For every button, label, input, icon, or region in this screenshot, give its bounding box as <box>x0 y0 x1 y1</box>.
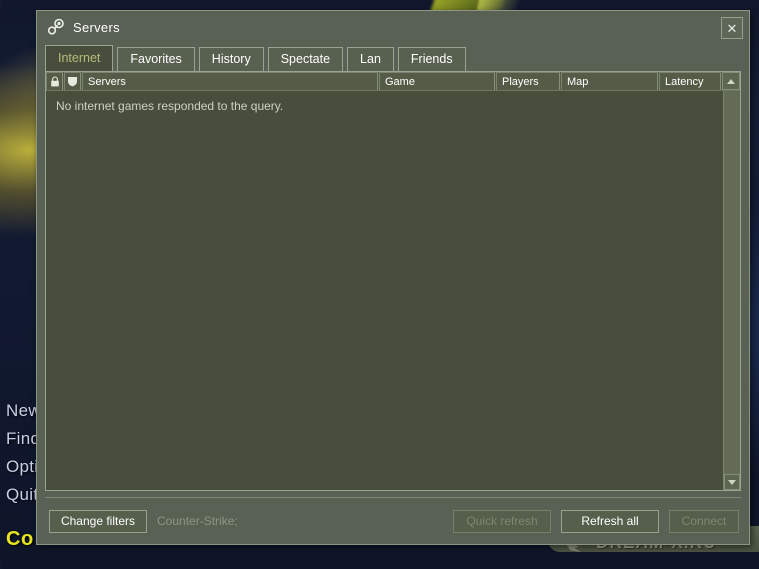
change-filters-button[interactable]: Change filters <box>49 509 147 533</box>
connect-button[interactable]: Connect <box>669 509 739 533</box>
tab-friends[interactable]: Friends <box>397 47 466 71</box>
chevron-up-icon <box>727 78 735 84</box>
scrollbar-up-button[interactable] <box>722 72 740 90</box>
tab-lan[interactable]: Lan <box>347 47 394 71</box>
shield-icon <box>68 77 77 87</box>
chevron-down-icon <box>728 479 736 485</box>
quick-refresh-button[interactable]: Quick refresh <box>453 509 551 533</box>
column-header-password[interactable] <box>46 72 63 90</box>
column-header-map[interactable]: Map <box>561 72 658 90</box>
tab-spectate[interactable]: Spectate <box>267 47 344 71</box>
menu-item-options[interactable]: Opti <box>6 457 38 477</box>
column-header-latency[interactable]: Latency <box>659 72 721 90</box>
lock-icon <box>50 76 59 87</box>
scrollbar-down-button[interactable] <box>724 474 740 490</box>
tab-history[interactable]: History <box>198 47 264 71</box>
steam-icon <box>47 18 64 35</box>
column-header-secure[interactable] <box>64 72 81 90</box>
servers-dialog: Servers ✕ Internet Favorites History Spe… <box>36 10 750 545</box>
tab-internet[interactable]: Internet <box>45 45 114 71</box>
menu-item-quit[interactable]: Quit <box>6 485 38 505</box>
menu-item-console[interactable]: Co <box>6 528 34 551</box>
filter-summary-label: Counter-Strike; <box>157 514 238 528</box>
vertical-scrollbar[interactable] <box>723 91 740 490</box>
refresh-all-button[interactable]: Refresh all <box>561 509 659 533</box>
dialog-titlebar[interactable]: Servers ✕ <box>37 11 749 43</box>
tab-bar: Internet Favorites History Spectate Lan … <box>37 43 749 71</box>
tab-favorites[interactable]: Favorites <box>117 47 195 71</box>
column-header-players[interactable]: Players <box>496 72 560 90</box>
column-header-servers[interactable]: Servers <box>82 72 378 90</box>
dialog-title: Servers <box>73 19 120 35</box>
close-button[interactable]: ✕ <box>721 17 743 39</box>
server-list-body: No internet games responded to the query… <box>46 91 740 490</box>
server-list-rows: No internet games responded to the query… <box>46 91 723 490</box>
screen: New Find Opti Quit Co DREAM-X.RU Servers… <box>0 0 759 569</box>
column-header-row: Servers Game Players Map Latency <box>46 72 740 91</box>
dialog-footer: Change filters Counter-Strike; Quick ref… <box>37 498 749 544</box>
server-list-panel: Servers Game Players Map Latency No inte… <box>45 71 741 491</box>
column-header-game[interactable]: Game <box>379 72 495 90</box>
empty-state-message: No internet games responded to the query… <box>56 99 284 113</box>
